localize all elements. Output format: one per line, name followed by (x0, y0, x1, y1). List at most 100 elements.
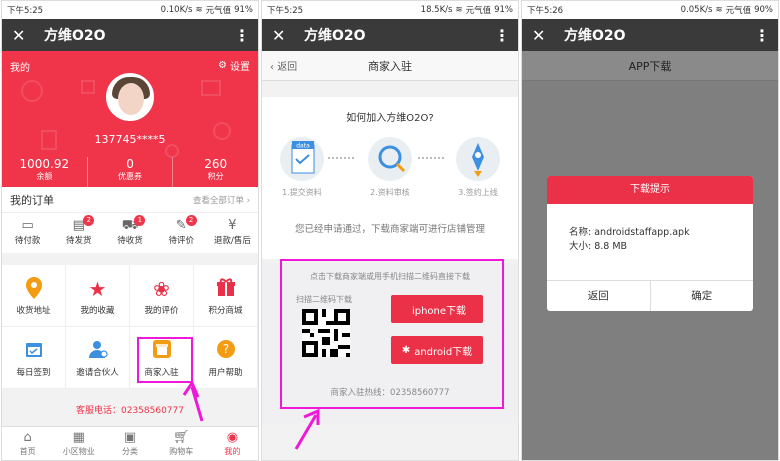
step-sign: 3.签约上线 (438, 137, 518, 198)
grid-checkin[interactable]: 每日签到 (2, 327, 66, 389)
grid-label: 我的评价 (144, 306, 179, 316)
page-navbar: ‹ 返回 商家入驻 (262, 51, 518, 81)
order-pending-receipt[interactable]: ⛟ 1 待收货 (104, 213, 155, 253)
close-icon[interactable]: ✕ (272, 26, 296, 45)
merchant-join-screen: 下午5:25 18.5K/s ≋ 元气值 91% ✕ 方维O2O ⋮ ‹ 返回 … (261, 0, 519, 461)
grid-reviews[interactable]: ❀ 我的评价 (130, 265, 194, 327)
order-pending-review[interactable]: ✎ 2 待评价 (156, 213, 207, 253)
help-icon: ? (194, 339, 257, 363)
profile-screen: 下午5:25 0.10K/s ≋ 元气值 91% ✕ 方维O2O ⋮ 我的 ⚙ … (1, 0, 259, 461)
step-label: 1.提交资料 (282, 188, 322, 197)
tab-label: 分类 (122, 447, 138, 456)
view-all-orders-link[interactable]: 查看全部订单 › (193, 194, 250, 206)
grid-points-mall[interactable]: 积分商城 (194, 265, 258, 327)
box-icon: ▤ (72, 218, 85, 233)
status-bar: 下午5:25 18.5K/s ≋ 元气值 91% (262, 1, 518, 19)
status-net: 0.10K/s (160, 5, 193, 15)
dialog-back-button[interactable]: 返回 (547, 281, 651, 311)
profile-header: 我的 ⚙ 设置 137745****5 1000.92 余额 0 优惠券 260… (2, 51, 258, 187)
truck-icon: ⛟ (121, 218, 139, 233)
wifi-icon: ≋ (715, 5, 723, 15)
svg-text:?: ? (222, 342, 228, 356)
gift-icon (194, 277, 257, 301)
more-menu-icon[interactable]: ⋮ (234, 26, 250, 45)
category-icon: ▣ (123, 430, 137, 445)
stat-balance[interactable]: 1000.92 余额 (2, 157, 88, 187)
feature-grid: 收货地址 ★ 我的收藏 ❀ 我的评价 积分商城 每日签到 邀请合伙人 商家入驻 … (2, 265, 258, 389)
cart-icon: 🛒︎ (172, 430, 190, 445)
order-label: 待收货 (117, 236, 143, 246)
tab-category[interactable]: ▣ 分类 (104, 427, 155, 460)
close-icon[interactable]: ✕ (532, 26, 556, 45)
status-bar: 下午5:25 0.10K/s ≋ 元气值 91% (2, 1, 258, 19)
highlight-box (280, 259, 504, 409)
stat-coupons[interactable]: 0 优惠券 (88, 157, 174, 187)
order-label: 待评价 (168, 236, 194, 246)
app-topbar: ✕ 方维O2O ⋮ (262, 19, 518, 51)
dialog-confirm-button[interactable]: 确定 (651, 281, 754, 311)
tab-label: 购物车 (169, 447, 194, 456)
customer-service-hotline[interactable]: 客服电话：02358560777 (2, 403, 258, 416)
grid-help[interactable]: ? 用户帮助 (194, 327, 258, 389)
stat-value: 0 (126, 157, 134, 171)
tab-property[interactable]: ▦ 小区物业 (53, 427, 104, 460)
grid-invite-partner[interactable]: 邀请合伙人 (66, 327, 130, 389)
step-submit: data 1.提交资料 (262, 137, 342, 198)
home-icon: ⌂ (23, 430, 32, 445)
status-time: 下午5:25 (267, 6, 304, 16)
stat-value: 1000.92 (19, 157, 70, 171)
back-button[interactable]: ‹ 返回 (270, 58, 297, 73)
stat-points[interactable]: 260 积分 (173, 157, 258, 187)
document-icon: data (280, 137, 324, 181)
status-battery: 90% (754, 5, 773, 15)
grid-label: 邀请合伙人 (76, 368, 119, 378)
step-label: 2.资料审核 (370, 188, 410, 197)
grid-label: 收货地址 (16, 306, 51, 316)
close-icon[interactable]: ✕ (12, 26, 36, 45)
grid-address[interactable]: 收货地址 (2, 265, 66, 327)
file-size: 大小: 8.8 MB (569, 241, 628, 252)
order-refund[interactable]: ¥ 退款/售后 (207, 213, 258, 253)
tab-cart[interactable]: 🛒︎ 购物车 (156, 427, 207, 460)
order-pending-payment[interactable]: ▭ 待付款 (2, 213, 53, 253)
tab-mine[interactable]: ◉ 我的 (207, 427, 258, 460)
wallet-icon: ▭ (21, 218, 34, 233)
location-icon (2, 277, 65, 301)
user-phone: 137745****5 (94, 133, 166, 146)
status-carrier: 元气值 (205, 6, 232, 16)
page-title: 商家入驻 (368, 59, 412, 73)
page-title: APP下载 (522, 51, 778, 81)
refund-icon: ¥ (228, 218, 237, 233)
status-time: 下午5:25 (7, 6, 44, 16)
step-label: 3.签约上线 (458, 188, 498, 197)
count-badge: 2 (185, 215, 197, 226)
star-icon: ★ (88, 277, 107, 301)
more-menu-icon[interactable]: ⋮ (494, 26, 510, 45)
user-plus-icon (66, 339, 129, 363)
order-status-row: ▭ 待付款 ▤ 2 待发货 ⛟ 1 待收货 ✎ 2 待评价 ¥ 退款/售后 (2, 213, 258, 253)
order-pending-shipment[interactable]: ▤ 2 待发货 (53, 213, 104, 253)
dialog-body: 名称: androidstaffapp.apk 大小: 8.8 MB (547, 204, 753, 254)
account-stats: 1000.92 余额 0 优惠券 260 积分 (2, 157, 258, 187)
status-carrier: 元气值 (465, 6, 492, 16)
tab-home[interactable]: ⌂ 首页 (2, 427, 53, 460)
wifi-icon: ≋ (195, 5, 203, 15)
app-title: 方维O2O (44, 28, 106, 44)
magnifier-icon (368, 137, 412, 181)
comment-icon: ✎ (175, 218, 187, 233)
mine-label: 我的 (10, 63, 30, 74)
more-menu-icon[interactable]: ⋮ (754, 26, 770, 45)
highlight-box (137, 337, 193, 383)
app-title: 方维O2O (304, 28, 366, 44)
settings-button[interactable]: ⚙ 设置 (218, 58, 250, 73)
file-name: 名称: androidstaffapp.apk (569, 227, 690, 238)
dialog-footer: 返回 确定 (547, 280, 753, 311)
rocket-icon (456, 137, 500, 181)
orders-header: 我的订单 查看全部订单 › (2, 187, 258, 213)
grid-label: 积分商城 (208, 306, 243, 316)
grid-label: 每日签到 (16, 368, 51, 378)
avatar[interactable] (106, 73, 154, 121)
grid-favorites[interactable]: ★ 我的收藏 (66, 265, 130, 327)
status-carrier: 元气值 (725, 6, 752, 16)
stat-label: 优惠券 (118, 172, 142, 181)
